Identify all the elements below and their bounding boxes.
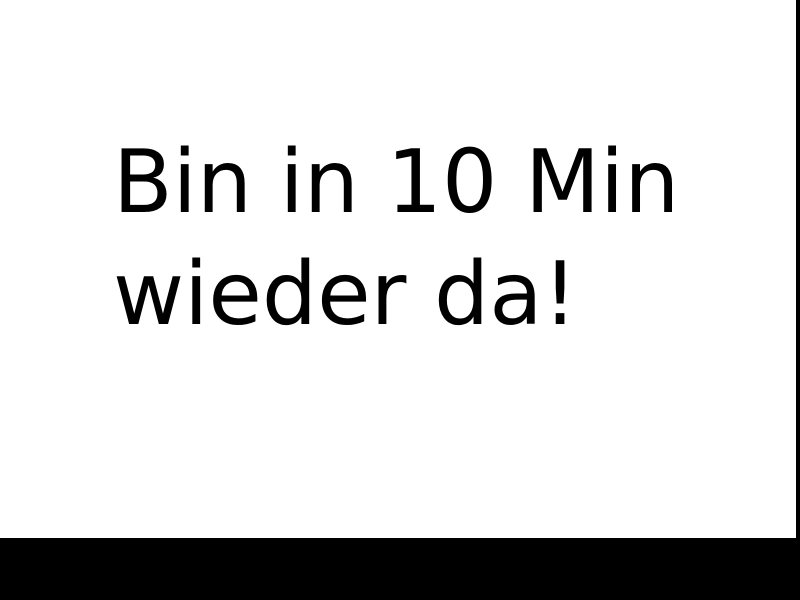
away-message: Bin in 10 Min wieder da! — [113, 126, 679, 350]
bottom-bar — [0, 538, 800, 600]
message-screen: Bin in 10 Min wieder da! — [0, 0, 796, 538]
away-message-line-1: Bin in 10 Min — [113, 131, 680, 233]
away-message-line-2: wieder da! — [113, 243, 578, 345]
